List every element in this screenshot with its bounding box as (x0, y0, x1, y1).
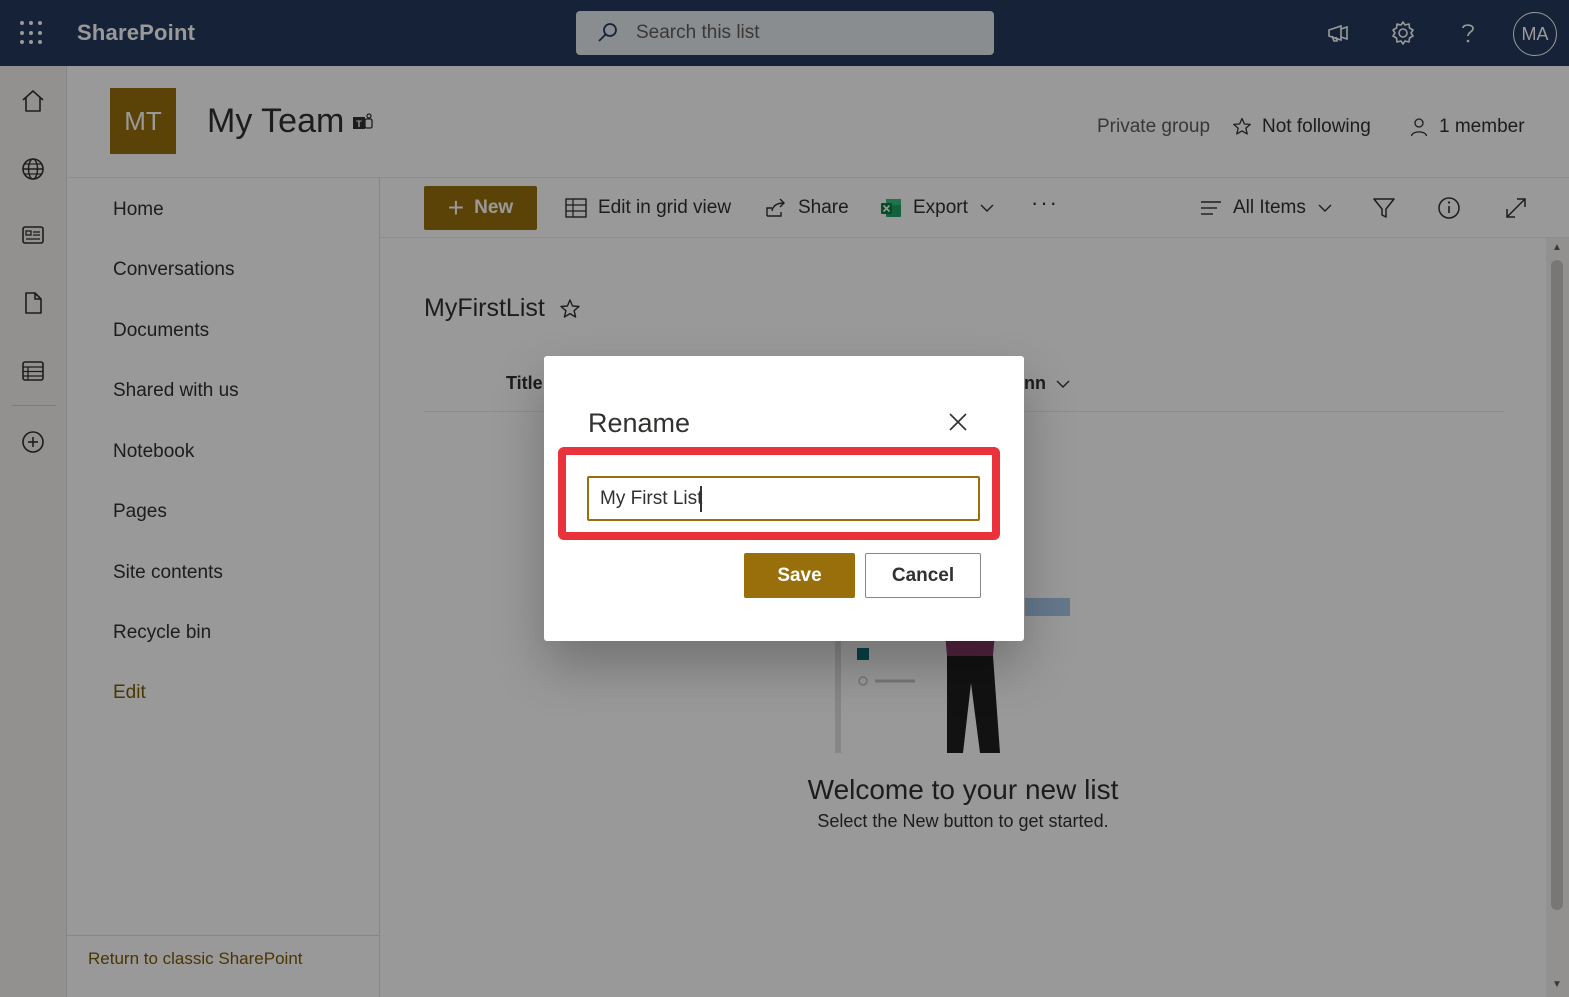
close-icon[interactable] (946, 410, 970, 434)
text-cursor (700, 486, 702, 512)
save-button[interactable]: Save (744, 553, 855, 598)
rename-dialog: Rename Save Cancel (544, 356, 1024, 641)
rename-input[interactable] (587, 476, 980, 521)
dialog-title: Rename (588, 408, 691, 438)
cancel-button[interactable]: Cancel (865, 553, 981, 598)
